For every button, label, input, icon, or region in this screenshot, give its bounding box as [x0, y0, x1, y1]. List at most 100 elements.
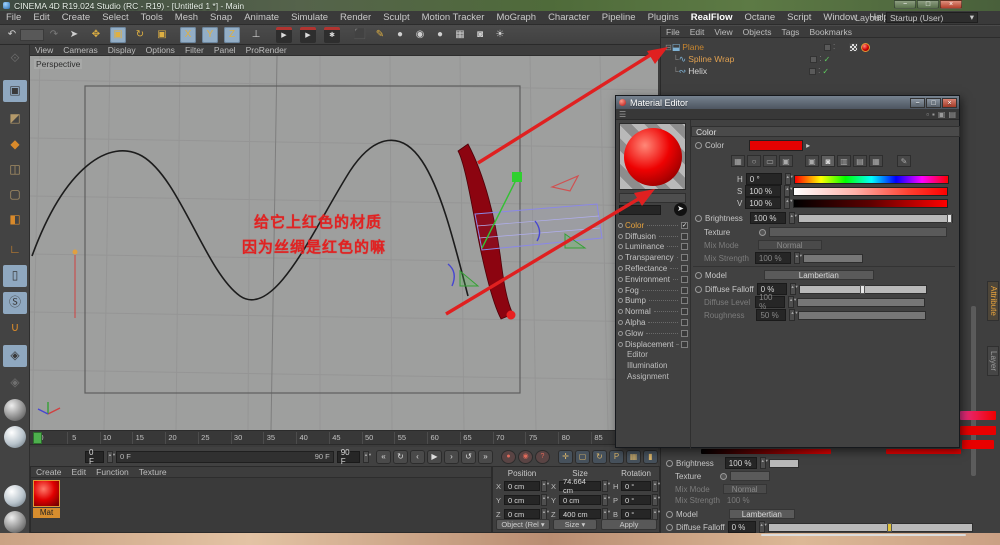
redo-icon[interactable]: ↷ [46, 27, 62, 43]
animate-dot-icon[interactable] [695, 271, 702, 279]
eyedropper-icon[interactable]: ✎ [897, 155, 911, 167]
menu-item[interactable]: Sculpt [377, 12, 415, 23]
swatches-mode-icon[interactable]: ▦ [869, 155, 883, 167]
tab-attribute[interactable]: Attribute [987, 281, 999, 321]
enabled-check-icon[interactable]: ✓ [824, 55, 831, 64]
channel-row[interactable]: Color ✓ [618, 220, 688, 231]
channel-row[interactable]: Glow [618, 328, 688, 339]
menu-item[interactable]: Edit [27, 12, 55, 23]
menu-item[interactable]: Script [781, 12, 817, 23]
channel-row[interactable]: Transparency [618, 252, 688, 263]
current-frame-field[interactable]: 0 F [85, 448, 105, 466]
menu-item[interactable]: Pipeline [596, 12, 642, 23]
last-tool-icon[interactable]: ▣ [154, 27, 170, 43]
channel-row[interactable]: Reflectance [618, 263, 688, 274]
spectrum-mode-icon[interactable]: ▭ [763, 155, 777, 167]
diffuse-falloff-slider[interactable] [798, 284, 927, 294]
channel-row[interactable]: Bump [618, 296, 688, 307]
camera-label[interactable]: Perspective [34, 59, 83, 69]
texture-button[interactable] [730, 471, 771, 481]
close-button[interactable]: × [940, 0, 962, 9]
value-slider[interactable] [793, 198, 949, 208]
material-name-field[interactable] [619, 205, 661, 215]
object-row-spline-wrap[interactable]: └ ∿ Spline Wrap ⁚ ✓ [673, 54, 831, 65]
close-button[interactable]: × [942, 97, 957, 108]
camera-icon[interactable]: ◙ [472, 27, 488, 43]
mixer-mode-icon[interactable]: ▤ [853, 155, 867, 167]
menu-item[interactable]: Mesh [169, 12, 204, 23]
make-editable-icon[interactable]: ▣ [3, 80, 27, 102]
menu-item[interactable]: Render [334, 12, 377, 23]
record-pla-toggle[interactable]: ▦ [626, 449, 641, 464]
size-field[interactable]: 0 cm [559, 495, 601, 505]
viewport-menu-item[interactable]: Options [141, 45, 180, 55]
expander-icon[interactable]: ⊟ [665, 43, 672, 52]
record-keyframe-button[interactable]: ● [501, 449, 516, 464]
object-manager-menu-item[interactable]: File [661, 27, 685, 37]
end-frame-spinner[interactable]: ▲▼ [363, 450, 372, 463]
menu-item[interactable]: Simulate [285, 12, 334, 23]
apply-button[interactable]: Apply [601, 519, 657, 530]
material-manager-menu-item[interactable]: Texture [134, 467, 172, 477]
menu-item[interactable]: File [0, 12, 27, 23]
panel-icon[interactable]: ▤ [948, 110, 956, 119]
channel-checkbox[interactable] [681, 308, 688, 316]
rotate-tool-icon[interactable]: ↻ [132, 27, 148, 43]
hue-field[interactable]: 0 ° [745, 173, 782, 185]
viewport-menu-item[interactable]: Cameras [58, 45, 102, 55]
add-spline-icon[interactable]: ✎ [372, 27, 388, 43]
generators-icon[interactable]: ● [392, 27, 408, 43]
color-swatch[interactable] [749, 140, 804, 151]
object-manager-menu-item[interactable]: View [709, 27, 737, 37]
float-icon[interactable]: ▫ [926, 110, 929, 119]
channel-row[interactable]: Illumination [618, 360, 688, 371]
animate-dot-icon[interactable] [666, 459, 673, 467]
layout-select[interactable]: Startup (User) ▾ [886, 12, 978, 23]
hamburger-icon[interactable]: ☰ [619, 110, 626, 119]
pick-arrow-icon[interactable]: ➤ [674, 203, 687, 216]
channel-checkbox[interactable] [681, 275, 688, 283]
rotation-field[interactable]: 0 ° [621, 481, 651, 491]
channel-checkbox[interactable] [681, 297, 688, 305]
goto-end-button[interactable]: » [478, 449, 493, 464]
pin-icon[interactable]: ▪ [932, 110, 935, 119]
simulate-icon[interactable]: ● [432, 27, 448, 43]
tab-layer[interactable]: Layer [987, 346, 999, 377]
sphere-tool-d-icon[interactable] [4, 511, 26, 533]
points-mode-icon[interactable]: ▢ [3, 184, 27, 206]
texture-browse-icon[interactable] [759, 228, 767, 236]
saturation-field[interactable]: 100 % [745, 185, 782, 197]
lock-z-icon[interactable]: Z [224, 27, 240, 43]
position-field[interactable]: 0 cm [504, 509, 540, 519]
live-selection-icon[interactable]: ➤ [66, 27, 82, 43]
channel-checkbox[interactable] [681, 232, 688, 240]
minimize-button[interactable]: − [894, 0, 916, 9]
render-view-icon[interactable]: ▶ [276, 27, 292, 43]
record-scale-toggle[interactable]: ▢ [575, 449, 590, 464]
cycle-button[interactable]: ↺ [461, 449, 476, 464]
enable-dots-icon[interactable]: ⁚ [818, 67, 820, 75]
object-manager-menu-item[interactable]: Tags [776, 27, 804, 37]
scrollbar[interactable] [971, 306, 976, 476]
end-frame-field[interactable]: 90 F [336, 448, 360, 466]
channel-checkbox[interactable] [681, 265, 688, 273]
record-position-toggle[interactable]: ✛ [558, 449, 573, 464]
material-name-button[interactable] [619, 193, 686, 203]
viewport-menu-item[interactable]: View [30, 45, 58, 55]
animate-dot-icon[interactable] [666, 510, 673, 518]
enable-dots-icon[interactable]: ⁚ [833, 43, 835, 51]
maximize-button[interactable]: □ [926, 97, 941, 108]
size-field[interactable]: 74.664 cm [559, 477, 601, 495]
texture-mode-icon[interactable]: ◆ [3, 134, 27, 156]
enable-axis-icon[interactable]: ∟ [3, 239, 27, 261]
animate-dot-icon[interactable] [695, 214, 702, 222]
magnet-snap-icon[interactable]: ∪ [3, 317, 27, 339]
viewport-menu-item[interactable]: Panel [209, 45, 241, 55]
animate-dot-icon[interactable] [695, 285, 702, 293]
channel-row[interactable]: Luminance [618, 242, 688, 253]
menu-item[interactable]: Create [56, 12, 97, 23]
menu-item[interactable]: Octane [738, 12, 781, 23]
menu-item[interactable]: MoGraph [490, 12, 542, 23]
maximize-button[interactable]: □ [917, 0, 939, 9]
play-button[interactable]: ▶ [427, 449, 442, 464]
